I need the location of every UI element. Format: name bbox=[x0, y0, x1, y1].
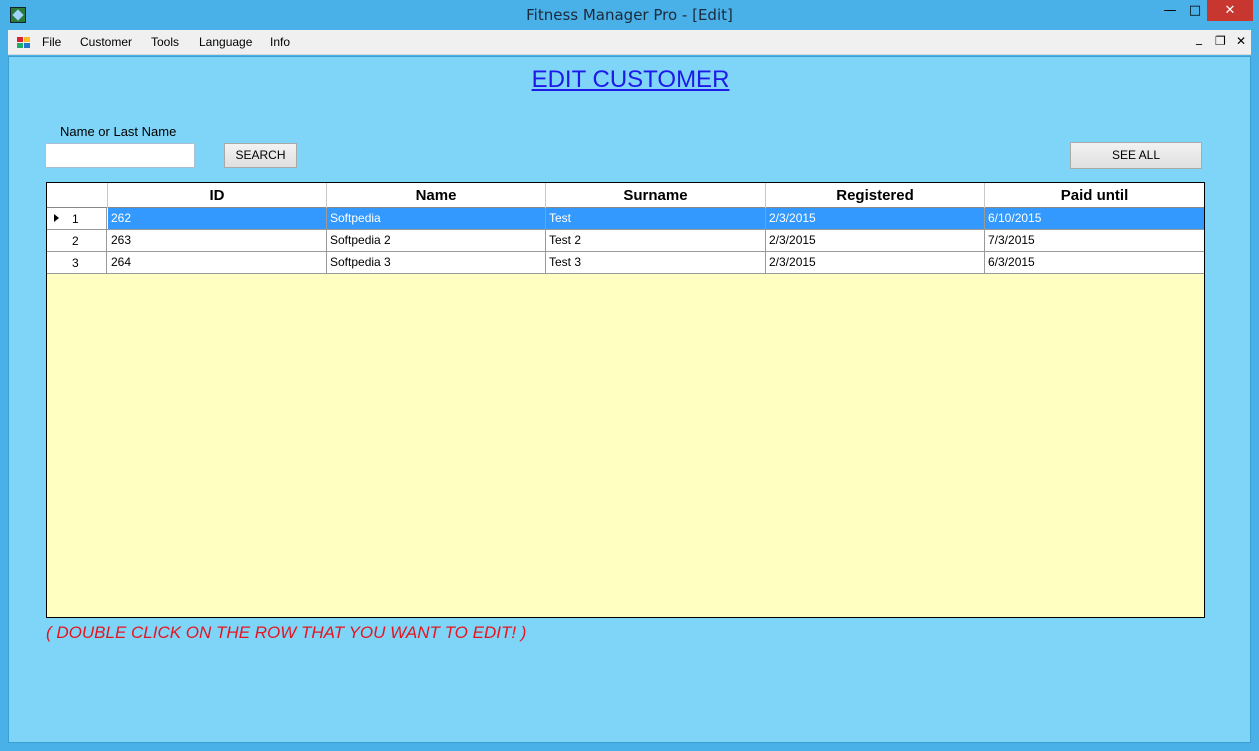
cell-registered[interactable]: 2/3/2015 bbox=[766, 252, 985, 273]
cell-registered[interactable]: 2/3/2015 bbox=[766, 208, 985, 229]
menu-file[interactable]: File bbox=[42, 35, 61, 49]
column-header-id[interactable]: ID bbox=[108, 183, 327, 208]
grid-header: ID Name Surname Registered Paid until bbox=[47, 183, 1204, 208]
row-header[interactable]: 1 bbox=[47, 208, 107, 229]
search-button[interactable]: SEARCH bbox=[224, 143, 297, 168]
search-label: Name or Last Name bbox=[60, 124, 177, 139]
row-header[interactable]: 3 bbox=[47, 252, 107, 273]
page-title: EDIT CUSTOMER bbox=[531, 66, 730, 93]
cell-surname[interactable]: Test 3 bbox=[546, 252, 766, 273]
mdi-close-button[interactable]: ✕ bbox=[1236, 34, 1246, 48]
mdi-restore-button[interactable]: ❐ bbox=[1215, 34, 1226, 48]
edit-customer-form: EDIT CUSTOMER Name or Last Name SEARCH S… bbox=[8, 56, 1251, 743]
edit-hint: ( DOUBLE CLICK ON THE ROW THAT YOU WANT … bbox=[46, 623, 527, 642]
cell-surname[interactable]: Test bbox=[546, 208, 766, 229]
title-bar: Fitness Manager Pro - [Edit] — □ ✕ bbox=[0, 0, 1259, 30]
menu-customer[interactable]: Customer bbox=[80, 35, 132, 49]
minimize-button[interactable]: — bbox=[1157, 0, 1183, 21]
cell-id[interactable]: 262 bbox=[108, 208, 327, 229]
mdi-minimize-button[interactable]: _ bbox=[1196, 31, 1202, 45]
customer-grid[interactable]: ID Name Surname Registered Paid until 1 … bbox=[46, 182, 1205, 618]
cell-registered[interactable]: 2/3/2015 bbox=[766, 230, 985, 251]
cell-paid-until[interactable]: 6/3/2015 bbox=[985, 252, 1204, 273]
column-header-surname[interactable]: Surname bbox=[546, 183, 766, 208]
row-header[interactable]: 2 bbox=[47, 230, 107, 251]
cell-paid-until[interactable]: 7/3/2015 bbox=[985, 230, 1204, 251]
menu-tools[interactable]: Tools bbox=[151, 35, 179, 49]
cell-name[interactable]: Softpedia 2 bbox=[327, 230, 546, 251]
row-number: 3 bbox=[72, 256, 79, 270]
table-row[interactable]: 3 264 Softpedia 3 Test 3 2/3/2015 6/3/20… bbox=[47, 252, 1204, 274]
close-button[interactable]: ✕ bbox=[1207, 0, 1253, 21]
row-number: 1 bbox=[72, 212, 79, 226]
child-window-icon[interactable] bbox=[17, 37, 31, 49]
cell-name[interactable]: Softpedia 3 bbox=[327, 252, 546, 273]
column-header-name[interactable]: Name bbox=[327, 183, 546, 208]
see-all-button[interactable]: SEE ALL bbox=[1070, 142, 1202, 169]
cell-id[interactable]: 263 bbox=[108, 230, 327, 251]
cell-paid-until[interactable]: 6/10/2015 bbox=[985, 208, 1204, 229]
table-row[interactable]: 1 262 Softpedia Test 2/3/2015 6/10/2015 bbox=[47, 208, 1204, 230]
column-header-paid-until[interactable]: Paid until bbox=[985, 183, 1204, 208]
cell-name[interactable]: Softpedia bbox=[327, 208, 546, 229]
column-header-registered[interactable]: Registered bbox=[766, 183, 985, 208]
table-row[interactable]: 2 263 Softpedia 2 Test 2 2/3/2015 7/3/20… bbox=[47, 230, 1204, 252]
maximize-button[interactable]: □ bbox=[1183, 0, 1207, 21]
cell-surname[interactable]: Test 2 bbox=[546, 230, 766, 251]
cell-id[interactable]: 264 bbox=[108, 252, 327, 273]
row-header-corner bbox=[47, 183, 108, 208]
window-title: Fitness Manager Pro - [Edit] bbox=[526, 6, 733, 24]
search-input[interactable] bbox=[45, 143, 195, 168]
menu-language[interactable]: Language bbox=[199, 35, 252, 49]
menu-info[interactable]: Info bbox=[270, 35, 290, 49]
current-row-arrow-icon bbox=[54, 214, 59, 222]
row-number: 2 bbox=[72, 234, 79, 248]
menu-bar: File Customer Tools Language Info _ ❐ ✕ bbox=[8, 30, 1251, 55]
